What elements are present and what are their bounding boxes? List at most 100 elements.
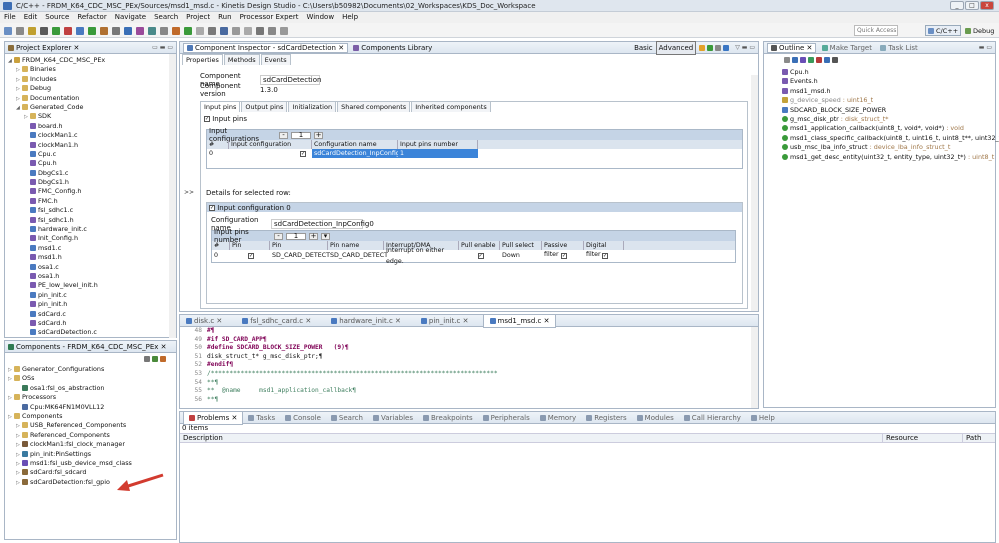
expand-arrows-icon[interactable]: >> — [184, 189, 194, 196]
perspective-cpp-button[interactable]: C/C++ — [925, 25, 962, 36]
pins-decrement-button[interactable]: - — [274, 232, 283, 240]
tab-input-pins[interactable]: Input pins — [200, 101, 241, 112]
tab-methods[interactable]: Methods — [223, 53, 260, 65]
menu-source[interactable]: Source — [45, 12, 69, 23]
pins-table-row[interactable]: 0 ✓ SD_CARD_DETECT SD_CARD_DETECT Interrupt … — [212, 247, 735, 265]
pin-cell[interactable]: Interrupt on either edge. — [384, 245, 459, 267]
tab-call-hierarchy[interactable]: Call Hierarchy — [679, 412, 746, 424]
tree-item[interactable]: msd1.c — [8, 244, 176, 253]
tree-item[interactable]: DbgCs1.c — [8, 169, 176, 178]
component-item[interactable]: ▷ Generator_Configurations — [8, 365, 176, 374]
menu-refactor[interactable]: Refactor — [77, 12, 106, 23]
collapse-icon[interactable] — [144, 356, 150, 362]
tree-item[interactable]: FMC.h — [8, 197, 176, 206]
tab-console[interactable]: Console — [280, 412, 326, 424]
tab-variables[interactable]: Variables — [368, 412, 418, 424]
toolbar-icon[interactable] — [52, 26, 60, 35]
input-pins-checkbox-row[interactable]: ✓ Input pins — [204, 115, 247, 123]
component-inspector-tab[interactable]: Component Inspector - sdCardDetection ✕ — [183, 42, 349, 53]
toolbar-icon[interactable] — [112, 26, 120, 35]
tab-registers[interactable]: Registers — [581, 412, 631, 424]
tree-item[interactable]: sdCardDetection.c — [8, 328, 176, 337]
tree-item[interactable]: sdCard.h — [8, 319, 176, 328]
pin-cell[interactable]: SD_CARD_DETECT — [328, 250, 388, 261]
tab-search[interactable]: Search — [326, 412, 368, 424]
pin-checkbox[interactable]: ✓ — [248, 253, 254, 259]
pin-cell[interactable]: 0 — [212, 250, 230, 261]
outline-item[interactable]: msd1_msd.h — [782, 87, 995, 96]
menu-run[interactable]: Run — [218, 12, 231, 23]
component-item[interactable]: ▷ USB_Referenced_Components — [8, 421, 176, 430]
pin-checkbox[interactable]: ✓ — [477, 253, 484, 259]
sort-icon[interactable] — [784, 57, 790, 63]
menu-window[interactable]: Window — [306, 12, 334, 23]
hide-fields-icon[interactable] — [792, 57, 798, 63]
pin-cell[interactable]: SD_CARD_DETECT — [270, 250, 330, 261]
hide-macros-icon[interactable] — [816, 57, 822, 63]
tree-item[interactable]: DbgCs1.h — [8, 178, 176, 187]
toolbar-icon[interactable] — [184, 26, 192, 35]
tree-item[interactable]: ◢ Generated_Code — [8, 103, 176, 112]
tree-item[interactable]: ▷ Includes — [8, 75, 176, 84]
menu-navigate[interactable]: Navigate — [115, 12, 146, 23]
outline-item[interactable]: g_device_speed : uint16_t — [782, 96, 995, 105]
toolbar-icon[interactable] — [160, 26, 168, 35]
outline-item[interactable]: SDCARD_BLOCK_SIZE_POWER — [782, 106, 995, 115]
outline-item[interactable]: usb_msc_lba_info_struct : device_lba_inf… — [782, 143, 995, 152]
tree-item[interactable]: ▷ Binaries — [8, 65, 176, 74]
outline-item[interactable]: g_msc_disk_ptr : disk_struct_t* — [782, 115, 995, 124]
config-cell[interactable]: sdCardDetection_InpConfig0 — [312, 149, 404, 158]
pins-dropdown-button[interactable]: ▾ — [321, 232, 330, 240]
pin-cell[interactable]: ✓ — [230, 250, 270, 261]
perspective-debug-button[interactable]: Debug — [963, 25, 996, 36]
toolbar-icon[interactable] — [4, 26, 12, 35]
config-count-field[interactable]: 1 — [291, 131, 311, 139]
increment-button[interactable]: + — [314, 131, 323, 139]
tree-item[interactable]: osa1.h — [8, 272, 176, 281]
tab-memory[interactable]: Memory — [535, 412, 581, 424]
tree-item[interactable]: board.h — [8, 122, 176, 131]
outline-item[interactable]: msd1_application_callback(uint8_t, void*… — [782, 124, 995, 133]
tree-item[interactable]: fsl_sdhc1.c — [8, 206, 176, 215]
project-tree-scrollbar[interactable] — [169, 54, 176, 338]
outline-tab[interactable]: Outline ✕ — [767, 42, 817, 53]
toolbar-icon[interactable] — [232, 26, 240, 35]
tab-help[interactable]: Help — [746, 412, 780, 424]
generate-code-icon[interactable] — [152, 356, 158, 362]
editor-tab-fsl-sdhc-card-c[interactable]: fsl_sdhc_card.c ✕ — [236, 315, 317, 327]
input-pins-checkbox[interactable]: ✓ — [204, 116, 210, 122]
hide-static-icon[interactable] — [800, 57, 806, 63]
pins-increment-button[interactable]: + — [309, 232, 318, 240]
pin-cell[interactable]: Down — [500, 250, 542, 261]
toolbar-icon[interactable] — [148, 26, 156, 35]
col-resource[interactable]: Resource — [883, 434, 963, 442]
pin-checkbox[interactable]: ✓ — [561, 253, 567, 259]
toolbar-icon[interactable] — [136, 26, 144, 35]
component-item[interactable]: ▷ pin_init:PinSettings — [8, 450, 176, 459]
toolbar-icon[interactable] — [88, 26, 96, 35]
tree-item[interactable]: Init_Config.h — [8, 234, 176, 243]
toolbar-icon[interactable] — [280, 26, 288, 35]
hide-nonpublic-icon[interactable] — [808, 57, 814, 63]
minimize-button[interactable]: _ — [950, 1, 964, 10]
toolbar-icon[interactable] — [268, 26, 276, 35]
toolbar-icon[interactable] — [100, 26, 108, 35]
input-config0-checkbox[interactable]: ✓ — [209, 204, 215, 211]
filter-icon[interactable] — [160, 356, 166, 362]
inspector-scrollbar[interactable] — [751, 75, 758, 311]
component-item[interactable]: ▷ Components — [8, 412, 176, 421]
menu-search[interactable]: Search — [154, 12, 178, 23]
component-item[interactable]: ▷ clockMan1:fsl_clock_manager — [8, 440, 176, 449]
quick-access-input[interactable]: Quick Access — [854, 25, 898, 36]
menu-project[interactable]: Project — [186, 12, 210, 23]
tree-item[interactable]: PE_low_level_init.h — [8, 281, 176, 290]
components-tab[interactable]: Components - FRDM_K64_CDC_MSC_PEx ✕ — [5, 341, 176, 353]
tab-breakpoints[interactable]: Breakpoints — [418, 412, 478, 424]
editor-tab-msd1-msd-c[interactable]: msd1_msd.c ✕ — [482, 313, 557, 328]
pin-cell[interactable]: ✓ — [584, 250, 624, 261]
config-cell[interactable]: ✓ — [229, 149, 312, 158]
back-icon[interactable] — [715, 44, 722, 51]
component-item[interactable]: ▷ msd1:fsl_usb_device_msd_class — [8, 459, 176, 468]
config-cell[interactable]: 0 — [207, 149, 229, 158]
component-item[interactable]: ▷ Processors — [8, 393, 176, 402]
